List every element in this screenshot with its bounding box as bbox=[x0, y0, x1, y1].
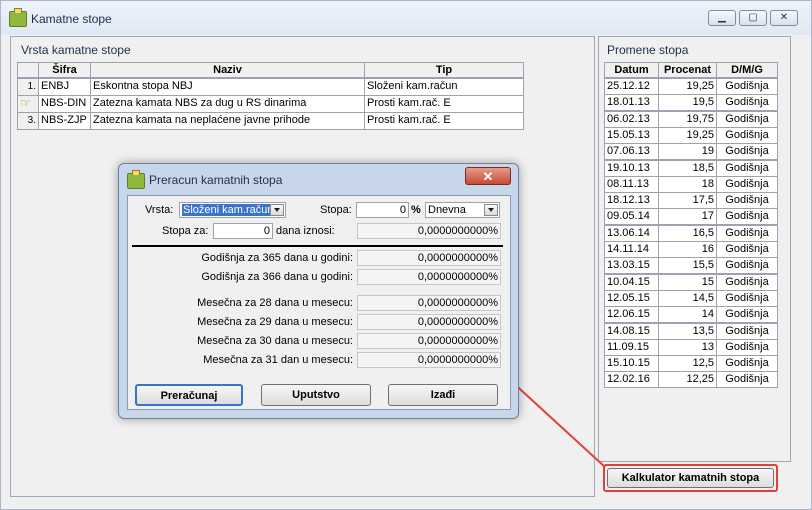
stopa-za-input[interactable]: 0 bbox=[213, 223, 273, 239]
dana-iznosi-label: dana iznosi: bbox=[276, 225, 335, 237]
uputstvo-button[interactable]: Uputstvo bbox=[261, 384, 371, 406]
result-value: 0,0000000000% bbox=[357, 352, 501, 368]
percent-sign: % bbox=[411, 204, 421, 216]
result-label: Mesečna za 29 dana u mesecu: bbox=[197, 316, 353, 328]
app-folder-icon bbox=[127, 170, 145, 189]
vrsta-select[interactable]: Složeni kam.račun bbox=[179, 202, 286, 218]
dana-iznosi-value: 0,0000000000% bbox=[357, 223, 501, 239]
izadji-button[interactable]: Izađi bbox=[388, 384, 498, 406]
stopa-za-label: Stopa za: bbox=[162, 225, 209, 237]
result-value: 0,0000000000% bbox=[357, 250, 501, 266]
dialog-title: Preracun kamatnih stopa bbox=[149, 173, 283, 187]
period-select[interactable]: Dnevna bbox=[425, 202, 500, 218]
stopa-label: Stopa: bbox=[320, 204, 352, 216]
stopa-input[interactable]: 0 bbox=[356, 202, 409, 218]
chevron-down-icon[interactable] bbox=[270, 204, 284, 216]
vrsta-label: Vrsta: bbox=[145, 204, 174, 216]
result-value: 0,0000000000% bbox=[357, 314, 501, 330]
result-value: 0,0000000000% bbox=[357, 295, 501, 311]
preracunaj-button[interactable]: Preračunaj bbox=[135, 384, 243, 406]
chevron-down-icon[interactable] bbox=[484, 204, 498, 216]
result-value: 0,0000000000% bbox=[357, 269, 501, 285]
recalc-dialog: Preracun kamatnih stopa ✕ Vrsta: Složeni… bbox=[118, 163, 519, 419]
dialog-close-button[interactable]: ✕ bbox=[465, 167, 511, 185]
result-value: 0,0000000000% bbox=[357, 333, 501, 349]
result-label: Mesečna za 31 dan u mesecu: bbox=[203, 354, 353, 366]
result-label: Godišnja za 365 dana u godini: bbox=[201, 252, 353, 264]
result-label: Mesečna za 30 dana u mesecu: bbox=[197, 335, 353, 347]
result-label: Mesečna za 28 dana u mesecu: bbox=[197, 297, 353, 309]
result-label: Godišnja za 366 dana u godini: bbox=[201, 271, 353, 283]
vrsta-selected-value: Složeni kam.račun bbox=[182, 204, 275, 216]
period-selected-value: Dnevna bbox=[428, 204, 466, 216]
divider bbox=[132, 245, 503, 247]
dialog-body: Vrsta: Složeni kam.račun Stopa: 0 % Dnev… bbox=[127, 195, 511, 410]
